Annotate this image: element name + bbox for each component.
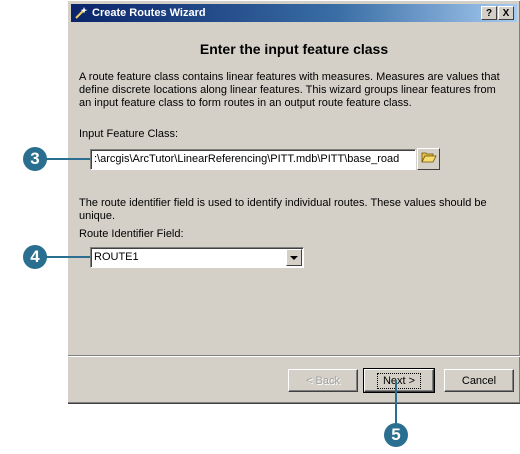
page-heading: Enter the input feature class <box>199 41 389 57</box>
input-feature-class-label: Input Feature Class: <box>79 128 179 140</box>
callout-3: 3 <box>23 147 47 171</box>
route-identifier-label: Route Identifier Field: <box>79 228 184 240</box>
page-description: A route feature class contains linear fe… <box>79 71 500 109</box>
title-bar[interactable]: Create Routes Wizard ? X <box>71 4 517 22</box>
open-folder-icon <box>420 150 437 169</box>
callout-5: 5 <box>384 423 408 447</box>
footer-separator <box>68 355 520 357</box>
next-button-label: Next > <box>376 372 422 389</box>
browse-button[interactable] <box>417 148 440 170</box>
route-identifier-description: The route identifier field is used to id… <box>79 197 487 222</box>
callout-4-leader <box>45 256 90 258</box>
window-title: Create Routes Wizard <box>92 7 206 19</box>
dropdown-arrow-button[interactable] <box>286 249 302 266</box>
close-button[interactable]: X <box>498 6 514 20</box>
next-button[interactable]: Next > <box>363 368 435 393</box>
back-button[interactable]: < Back <box>288 369 358 392</box>
cancel-button[interactable]: Cancel <box>444 369 514 392</box>
create-routes-wizard-dialog: Create Routes Wizard ? X Enter the input… <box>67 0 520 403</box>
callout-5-leader <box>395 380 397 425</box>
chevron-down-icon <box>290 249 298 267</box>
input-feature-class-field[interactable]: :\arcgis\ArcTutor\LinearReferencing\PITT… <box>90 149 416 170</box>
callout-4: 4 <box>23 245 47 269</box>
route-identifier-value: ROUTE1 <box>94 251 139 263</box>
help-button[interactable]: ? <box>481 6 497 20</box>
wizard-wand-icon <box>74 6 88 20</box>
route-identifier-select[interactable]: ROUTE1 <box>90 247 304 268</box>
callout-3-leader <box>45 158 90 160</box>
